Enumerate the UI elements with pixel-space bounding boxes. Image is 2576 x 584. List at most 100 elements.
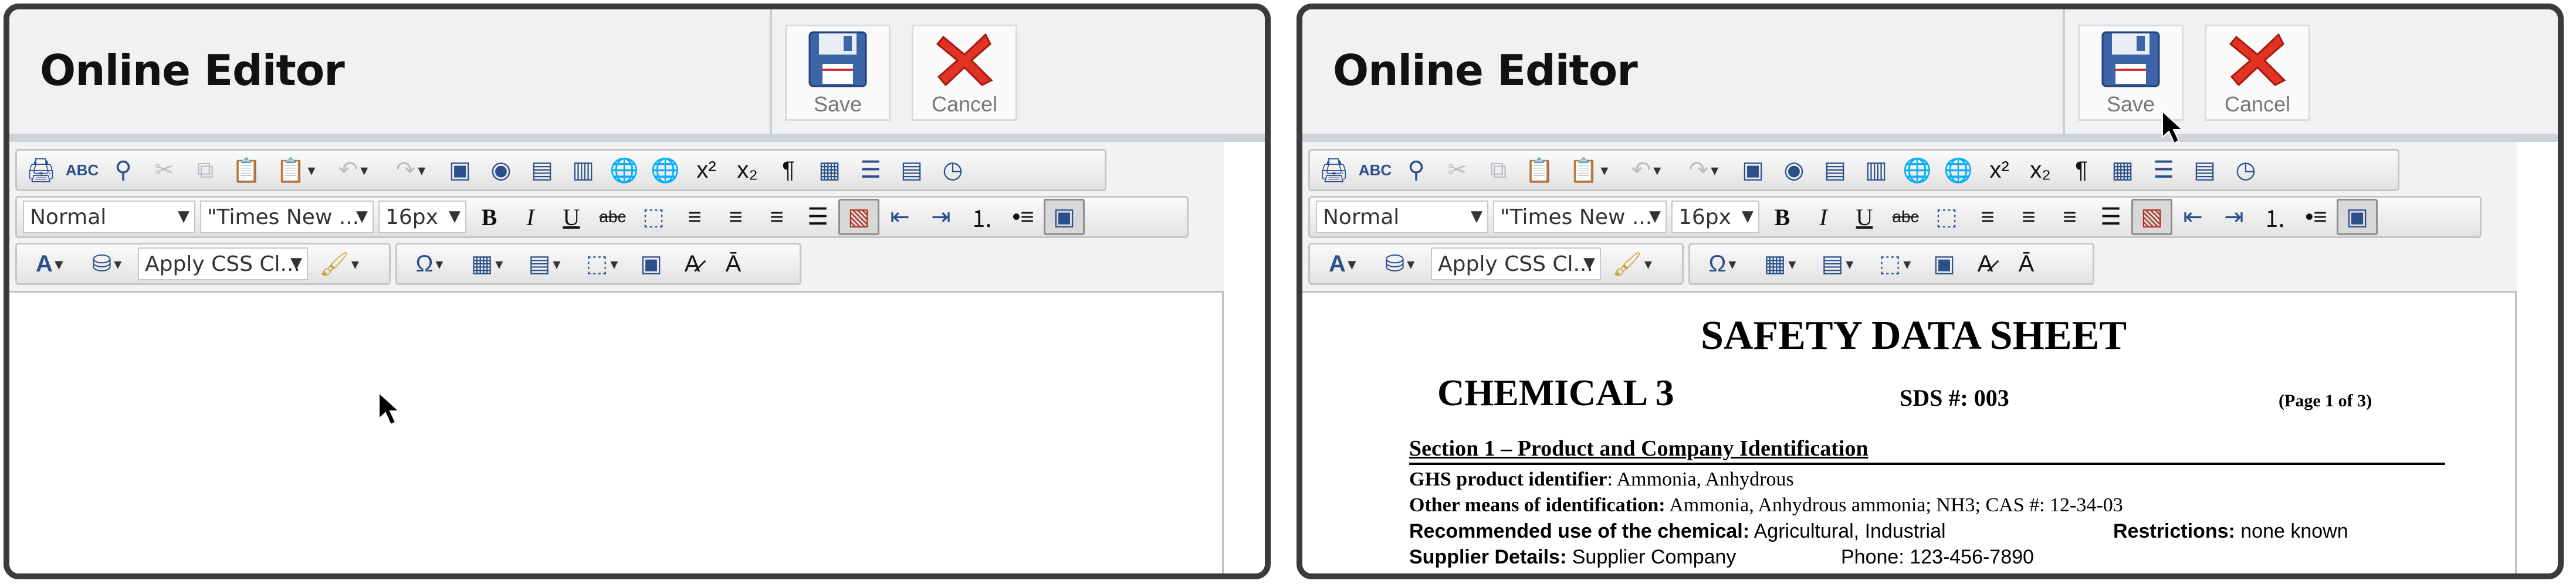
find-icon[interactable]: ⚲ — [1396, 152, 1437, 188]
format-select[interactable]: Normal ▼ — [1316, 201, 1488, 233]
bold-icon[interactable]: B — [469, 199, 510, 235]
find-icon[interactable]: ⚲ — [103, 152, 144, 188]
redo-icon[interactable]: ↷ — [382, 152, 439, 188]
document-properties-icon[interactable]: ▥ — [1856, 152, 1897, 188]
align-left-icon[interactable]: ≡ — [1967, 199, 2008, 235]
bold-icon[interactable]: B — [1762, 199, 1803, 235]
snippet-icon[interactable]: ⬚ — [1866, 246, 1924, 282]
special-character-icon[interactable]: Ω — [401, 246, 458, 282]
table-icon[interactable]: ▦ — [1751, 246, 1809, 282]
horizontal-rule-icon[interactable]: ☰ — [850, 152, 891, 188]
font-color-icon[interactable]: A — [1314, 246, 1371, 282]
cancel-button[interactable]: Cancel — [912, 25, 1017, 121]
superscript-icon[interactable]: x² — [1979, 152, 2020, 188]
select-all-icon[interactable]: ⬚ — [633, 199, 674, 235]
size-select[interactable]: 16px ▼ — [1671, 201, 1759, 233]
time-icon[interactable]: ◷ — [2225, 152, 2266, 188]
copy-icon[interactable]: ⧉ — [185, 152, 226, 188]
align-center-icon[interactable]: ≡ — [2008, 199, 2049, 235]
align-right-icon[interactable]: ≡ — [756, 199, 797, 235]
align-center-icon[interactable]: ≡ — [715, 199, 756, 235]
media-icon[interactable]: ◉ — [1773, 152, 1815, 188]
size-select[interactable]: 16px ▼ — [378, 201, 466, 233]
save-button[interactable]: Save — [2078, 25, 2184, 121]
indent-icon[interactable]: ⇥ — [2213, 199, 2255, 235]
flash-icon[interactable]: ▤ — [522, 152, 563, 188]
numbered-list-icon[interactable]: ⒈ — [2255, 199, 2296, 235]
time-icon[interactable]: ◷ — [932, 152, 973, 188]
bulleted-list-icon[interactable]: •≡ — [2296, 199, 2337, 235]
paste-icon[interactable]: 📋 — [226, 152, 267, 188]
font-color-icon[interactable]: A — [21, 246, 78, 282]
editor-content-area[interactable] — [9, 291, 1224, 573]
paragraph-icon[interactable]: ¶ — [768, 152, 809, 188]
bulleted-list-icon[interactable]: •≡ — [1003, 199, 1044, 235]
style-icon[interactable]: Ā — [2006, 246, 2047, 282]
paste-options-icon[interactable]: 📋 — [1560, 152, 1617, 188]
unlink-icon[interactable]: 🌐 — [1938, 152, 1979, 188]
image-icon[interactable]: ▣ — [439, 152, 480, 188]
align-right-icon[interactable]: ≡ — [2049, 199, 2090, 235]
font-select[interactable]: "Times New ... ▼ — [200, 201, 374, 233]
justify-icon[interactable]: ☰ — [797, 199, 838, 235]
format-select[interactable]: Normal ▼ — [23, 201, 195, 233]
numbered-list-icon[interactable]: ⒈ — [962, 199, 1003, 235]
link-icon[interactable]: 🌐 — [1897, 152, 1938, 188]
save-button[interactable]: Save — [785, 25, 891, 121]
format-stripper-icon[interactable]: 🖌 — [1603, 246, 1661, 282]
background-icon[interactable]: ▧ — [2131, 199, 2172, 235]
format-stripper-icon[interactable]: 🖌 — [310, 246, 368, 282]
snippet-icon[interactable]: ⬚ — [573, 246, 631, 282]
spell-icon[interactable]: A̷ — [672, 246, 713, 282]
paragraph-icon[interactable]: ¶ — [2061, 152, 2102, 188]
font-select[interactable]: "Times New ... ▼ — [1493, 201, 1667, 233]
underline-icon[interactable]: U — [1844, 199, 1885, 235]
special-character-icon[interactable]: Ω — [1694, 246, 1751, 282]
spellcheck-icon[interactable]: ABC — [1355, 152, 1396, 188]
media-icon[interactable]: ◉ — [480, 152, 522, 188]
table-icon[interactable]: ▦ — [458, 246, 516, 282]
flash-icon[interactable]: ▤ — [1815, 152, 1856, 188]
italic-icon[interactable]: I — [510, 199, 551, 235]
underline-icon[interactable]: U — [551, 199, 592, 235]
style-icon[interactable]: Ā — [713, 246, 754, 282]
strikethrough-icon[interactable]: abc — [1885, 199, 1926, 235]
spellcheck-icon[interactable]: ABC — [62, 152, 103, 188]
paste-options-icon[interactable]: 📋 — [267, 152, 324, 188]
align-left-icon[interactable]: ≡ — [674, 199, 715, 235]
subscript-icon[interactable]: x₂ — [2020, 152, 2061, 188]
outdent-icon[interactable]: ⇤ — [879, 199, 920, 235]
form-element-icon[interactable]: ▤ — [1809, 246, 1866, 282]
image-manager-icon[interactable]: ▣ — [1924, 246, 1965, 282]
indent-icon[interactable]: ⇥ — [920, 199, 962, 235]
select-all-icon[interactable]: ⬚ — [1926, 199, 1967, 235]
editor-content-area[interactable]: SAFETY DATA SHEET CHEMICAL 3 SDS #: 003 … — [1302, 291, 2517, 573]
print-icon[interactable]: 🖨 — [1314, 152, 1355, 188]
form-icon[interactable]: ▤ — [891, 152, 932, 188]
css-class-select[interactable]: Apply CSS Cl... ▼ — [138, 247, 308, 280]
spell-icon[interactable]: A̷ — [1965, 246, 2006, 282]
form-element-icon[interactable]: ▤ — [516, 246, 573, 282]
template-icon[interactable]: ▦ — [809, 152, 850, 188]
highlight-icon[interactable]: ⛁ — [1371, 246, 1429, 282]
template-icon[interactable]: ▦ — [2102, 152, 2143, 188]
strikethrough-icon[interactable]: abc — [592, 199, 633, 235]
preview-icon[interactable]: ▣ — [2337, 199, 2378, 235]
undo-icon[interactable]: ↶ — [1617, 152, 1675, 188]
image-icon[interactable]: ▣ — [1732, 152, 1773, 188]
css-class-select[interactable]: Apply CSS Cl... ▼ — [1431, 247, 1601, 280]
print-icon[interactable]: 🖨 — [21, 152, 62, 188]
preview-icon[interactable]: ▣ — [1044, 199, 1085, 235]
document-properties-icon[interactable]: ▥ — [563, 152, 604, 188]
background-icon[interactable]: ▧ — [838, 199, 879, 235]
image-manager-icon[interactable]: ▣ — [631, 246, 672, 282]
link-icon[interactable]: 🌐 — [604, 152, 645, 188]
unlink-icon[interactable]: 🌐 — [645, 152, 686, 188]
superscript-icon[interactable]: x² — [686, 152, 727, 188]
cut-icon[interactable]: ✂ — [144, 152, 185, 188]
undo-icon[interactable]: ↶ — [324, 152, 382, 188]
outdent-icon[interactable]: ⇤ — [2172, 199, 2213, 235]
paste-icon[interactable]: 📋 — [1519, 152, 1560, 188]
horizontal-rule-icon[interactable]: ☰ — [2143, 152, 2184, 188]
redo-icon[interactable]: ↷ — [1675, 152, 1732, 188]
